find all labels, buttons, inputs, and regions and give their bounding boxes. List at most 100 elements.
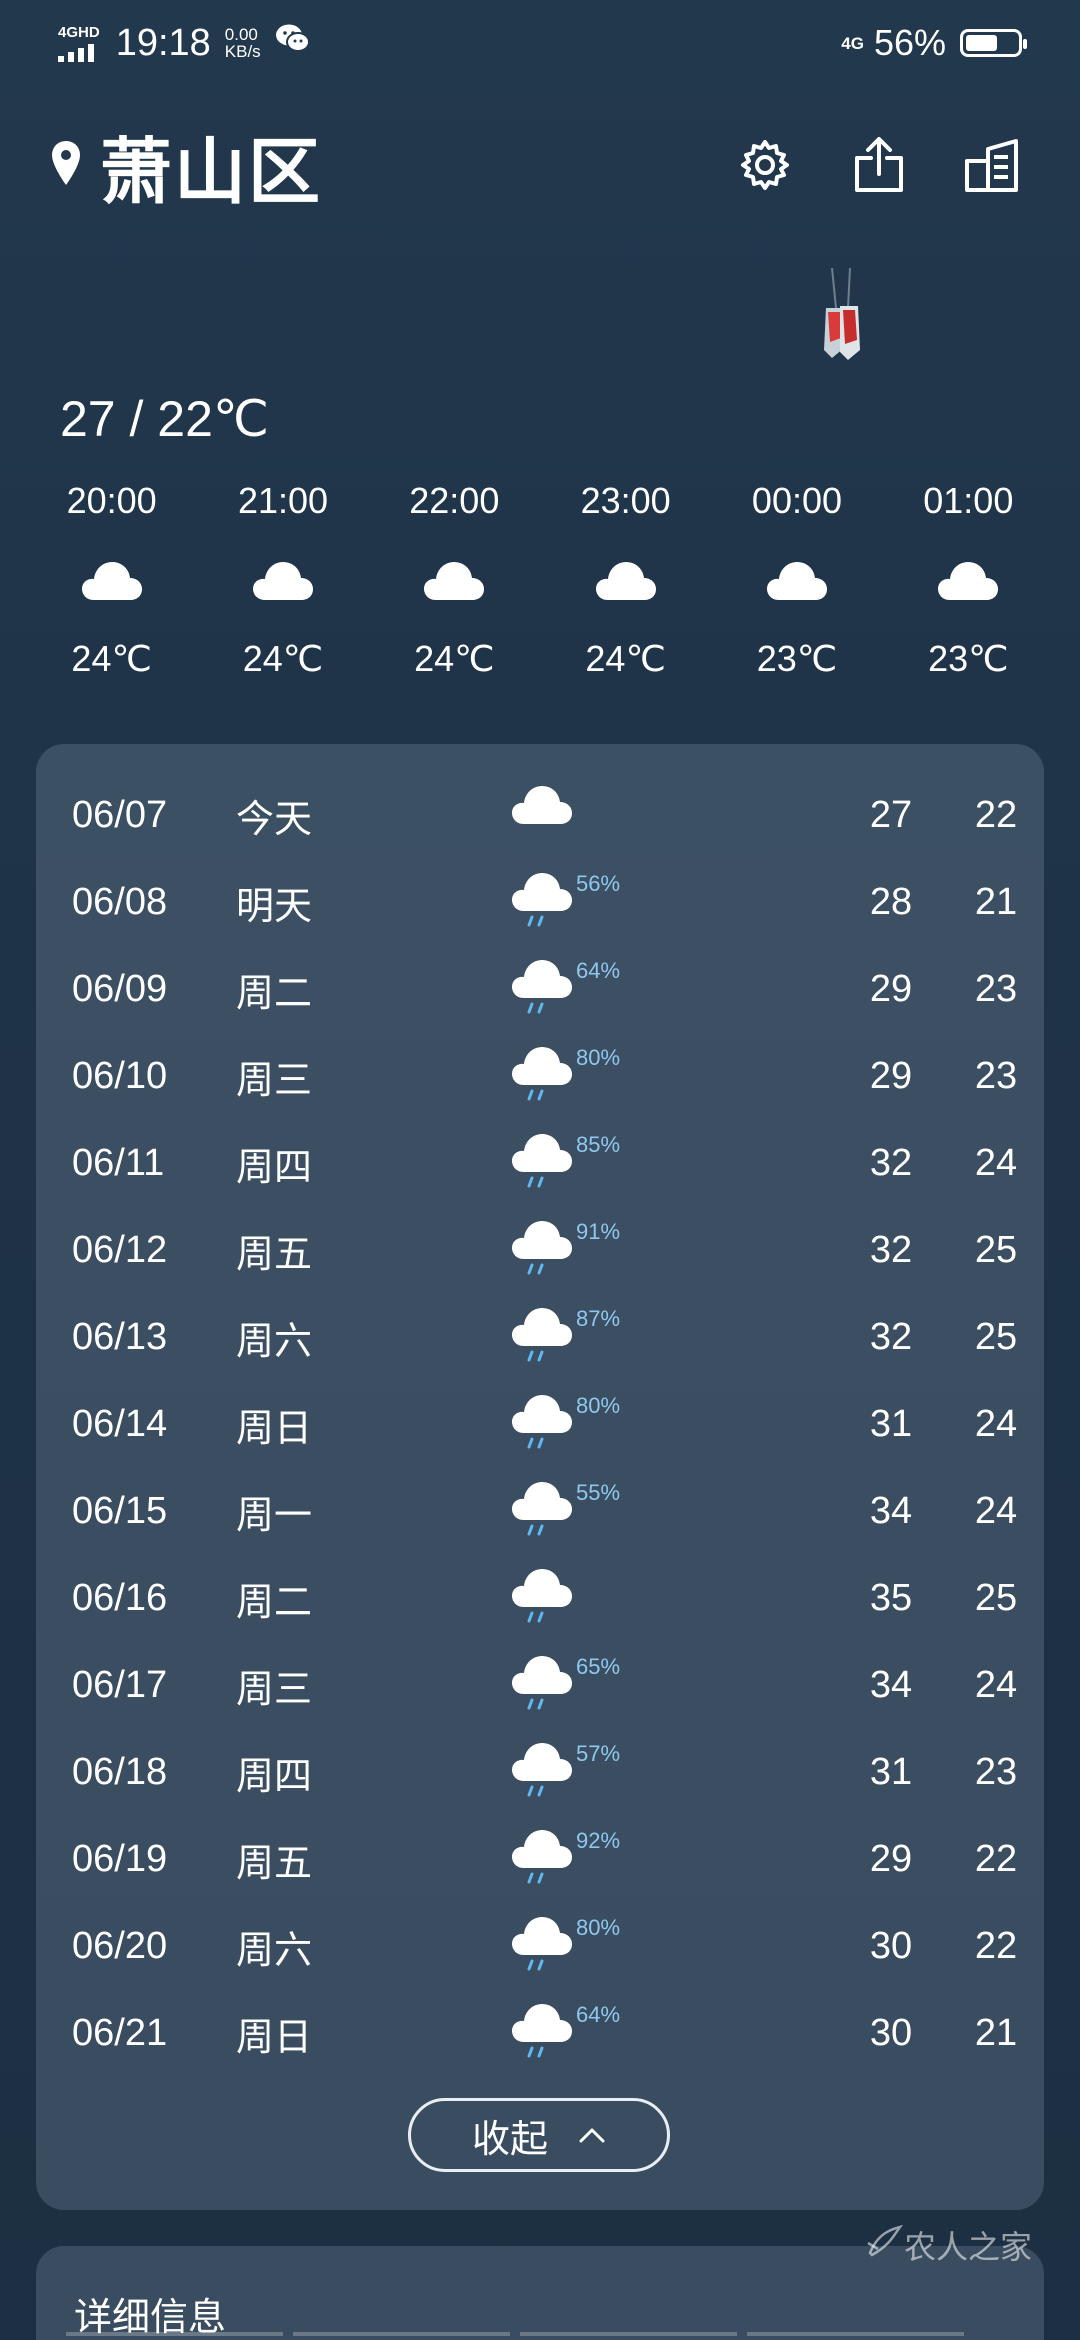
hourly-time: 20:00 bbox=[66, 480, 157, 521]
daily-date: 06/09 bbox=[72, 968, 168, 1010]
daily-row[interactable]: 06/10 周三 80% 29 23 bbox=[36, 1033, 1044, 1120]
daily-row[interactable]: 06/16 周二 35 25 bbox=[36, 1555, 1044, 1642]
daily-day: 周四 bbox=[236, 1147, 313, 1189]
daily-date: 06/13 bbox=[72, 1316, 168, 1358]
rain-icon bbox=[510, 1217, 574, 1282]
settings-icon[interactable] bbox=[736, 136, 794, 194]
hourly-time: 21:00 bbox=[237, 480, 329, 521]
status-bar: 4GHD 19:18 0.00 KB/s 4G 56% bbox=[58, 18, 1027, 68]
daily-low: 25 bbox=[974, 1229, 1018, 1271]
hourly-temp: 24℃ bbox=[414, 638, 495, 679]
hourly-item: 23:00 24℃ bbox=[540, 480, 711, 680]
daily-date: 06/12 bbox=[72, 1229, 168, 1271]
collapse-button[interactable]: 收起 bbox=[408, 2098, 670, 2172]
daily-row[interactable]: 06/12 周五 91% 32 25 bbox=[36, 1207, 1044, 1294]
rain-icon bbox=[510, 2000, 574, 2065]
precip-chance: 57% bbox=[576, 1741, 621, 1766]
daily-low: 23 bbox=[974, 1751, 1018, 1793]
status-left: 4GHD 19:18 0.00 KB/s bbox=[58, 22, 311, 65]
daily-date: 06/10 bbox=[72, 1055, 168, 1097]
precip-chance: 65% bbox=[576, 1654, 621, 1679]
daily-day: 周四 bbox=[236, 1756, 313, 1798]
daily-row[interactable]: 06/11 周四 85% 32 24 bbox=[36, 1120, 1044, 1207]
rain-icon bbox=[510, 1130, 574, 1195]
daily-day: 周三 bbox=[236, 1060, 313, 1102]
daily-row[interactable]: 06/09 周二 64% 29 23 bbox=[36, 946, 1044, 1033]
daily-high: 32 bbox=[869, 1142, 913, 1184]
daily-low: 21 bbox=[974, 881, 1018, 923]
daily-high: 28 bbox=[869, 881, 913, 923]
battery-icon bbox=[960, 29, 1027, 57]
cell-network-label: 4G bbox=[841, 33, 864, 53]
hourly-time: 00:00 bbox=[751, 480, 843, 521]
precip-chance: 92% bbox=[576, 1828, 621, 1853]
daily-low: 22 bbox=[974, 1925, 1018, 1967]
location-name: 萧山区 bbox=[100, 129, 323, 214]
cloudy-icon bbox=[765, 558, 829, 614]
rain-icon bbox=[510, 1652, 574, 1717]
daily-row[interactable]: 06/08 明天 56% 28 21 bbox=[36, 859, 1044, 946]
wechat-icon bbox=[275, 22, 311, 65]
rain-icon bbox=[510, 956, 574, 1021]
daily-row[interactable]: 06/13 周六 87% 32 25 bbox=[36, 1294, 1044, 1381]
daily-low: 24 bbox=[974, 1403, 1018, 1445]
rain-icon bbox=[510, 1739, 574, 1804]
daily-forecast-card: 06/07 今天 27 22 06/08 明天 56% 28 21 06/09 周二 64% 29 23 0… bbox=[36, 744, 1044, 2210]
details-divider bbox=[66, 2332, 964, 2336]
daily-row[interactable]: 06/20 周六 80% 30 22 bbox=[36, 1903, 1044, 1990]
daily-row[interactable]: 06/21 周日 64% 30 21 bbox=[36, 1990, 1044, 2077]
decorative-illustration bbox=[812, 267, 872, 382]
daily-day: 周日 bbox=[236, 1408, 313, 1450]
daily-day: 周日 bbox=[236, 2017, 313, 2059]
daily-day: 周二 bbox=[236, 973, 313, 1015]
daily-high: 29 bbox=[869, 1838, 913, 1880]
daily-low: 24 bbox=[974, 1490, 1018, 1532]
precip-chance: 80% bbox=[576, 1393, 621, 1418]
daily-low: 21 bbox=[974, 2012, 1018, 2054]
city-list-icon[interactable] bbox=[964, 136, 1022, 194]
hourly-temp: 24℃ bbox=[585, 638, 666, 679]
weather-app: 4GHD 19:18 0.00 KB/s 4G 56% 萧山区 27 / 22℃… bbox=[0, 0, 1080, 2340]
signal-indicator: 4GHD bbox=[58, 25, 100, 62]
daily-date: 06/15 bbox=[72, 1490, 168, 1532]
hourly-temp: 23℃ bbox=[928, 638, 1009, 679]
daily-low: 25 bbox=[974, 1577, 1018, 1619]
daily-row[interactable]: 06/14 周日 80% 31 24 bbox=[36, 1381, 1044, 1468]
daily-day: 周二 bbox=[236, 1582, 313, 1624]
daily-day: 周六 bbox=[236, 1930, 313, 1972]
collapse-label: 收起 bbox=[471, 2116, 548, 2161]
rain-icon bbox=[510, 1826, 574, 1891]
hourly-time: 23:00 bbox=[580, 480, 671, 521]
precip-chance: 55% bbox=[576, 1480, 621, 1505]
daily-date: 06/19 bbox=[72, 1838, 168, 1880]
precip-chance: 64% bbox=[576, 2002, 621, 2027]
daily-date: 06/11 bbox=[72, 1142, 165, 1184]
hourly-time: 22:00 bbox=[409, 480, 500, 521]
daily-row[interactable]: 06/18 周四 57% 31 23 bbox=[36, 1729, 1044, 1816]
share-icon[interactable] bbox=[850, 136, 908, 194]
battery-percent: 56% bbox=[873, 22, 946, 63]
today-temp-range: 27 / 22℃ bbox=[60, 391, 270, 447]
daily-day: 周三 bbox=[236, 1669, 313, 1711]
daily-high: 32 bbox=[869, 1229, 913, 1271]
cloudy-icon bbox=[594, 558, 658, 614]
daily-row[interactable]: 06/15 周一 55% 34 24 bbox=[36, 1468, 1044, 1555]
chevron-up-icon bbox=[578, 2126, 606, 2144]
daily-row[interactable]: 06/17 周三 65% 34 24 bbox=[36, 1642, 1044, 1729]
daily-low: 25 bbox=[974, 1316, 1018, 1358]
daily-low: 24 bbox=[974, 1142, 1018, 1184]
location[interactable]: 萧山区 bbox=[50, 113, 322, 218]
hourly-forecast[interactable]: 20:00 24℃ 21:00 24℃ 22:00 24℃ 23:00 24℃ … bbox=[26, 480, 1054, 680]
daily-row[interactable]: 06/19 周五 92% 29 22 bbox=[36, 1816, 1044, 1903]
daily-day: 明天 bbox=[236, 886, 313, 928]
daily-date: 06/20 bbox=[72, 1925, 168, 1967]
precip-chance: 87% bbox=[576, 1306, 621, 1331]
daily-row[interactable]: 06/07 今天 27 22 bbox=[36, 772, 1044, 859]
daily-date: 06/21 bbox=[72, 2012, 168, 2054]
daily-high: 27 bbox=[869, 794, 913, 836]
daily-high: 34 bbox=[869, 1664, 913, 1706]
daily-high: 34 bbox=[869, 1490, 913, 1532]
hourly-item: 20:00 24℃ bbox=[26, 480, 197, 680]
daily-high: 35 bbox=[869, 1577, 913, 1619]
daily-date: 06/18 bbox=[72, 1751, 168, 1793]
